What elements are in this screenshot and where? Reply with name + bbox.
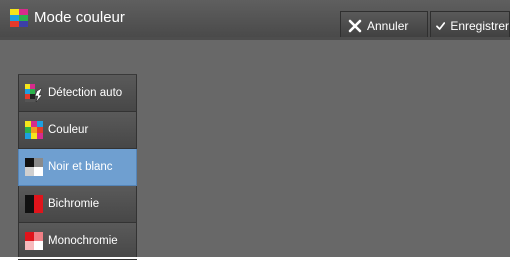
- color-mode-screen: Mode couleur Annuler Enregistrer Détecti…: [0, 0, 510, 260]
- single-color-icon: [25, 232, 43, 250]
- cancel-button-label: Annuler: [367, 18, 409, 33]
- option-label: Détection auto: [48, 87, 123, 99]
- header-divider: [0, 37, 510, 40]
- option-single-color[interactable]: Monochromie: [18, 223, 137, 260]
- option-label: Noir et blanc: [48, 161, 113, 173]
- option-label: Couleur: [48, 124, 89, 136]
- two-color-icon: [25, 195, 43, 213]
- close-icon: [348, 19, 362, 32]
- color-mode-options: Détection auto Couleur Noir et blanc Bic…: [18, 74, 137, 260]
- save-button[interactable]: Enregistrer: [430, 11, 510, 39]
- save-button-label: Enregistrer: [450, 18, 509, 33]
- option-label: Monochromie: [48, 235, 118, 247]
- full-color-icon: [25, 121, 43, 139]
- page-title: Mode couleur: [34, 9, 125, 26]
- option-auto-detect[interactable]: Détection auto: [18, 75, 137, 112]
- checkmark-icon: [436, 21, 446, 30]
- option-full-color[interactable]: Couleur: [18, 112, 137, 149]
- option-label: Bichromie: [48, 198, 100, 210]
- cancel-button[interactable]: Annuler: [340, 11, 428, 39]
- title-bar: Mode couleur Annuler Enregistrer: [0, 0, 510, 39]
- option-two-color[interactable]: Bichromie: [18, 186, 137, 223]
- option-black-white[interactable]: Noir et blanc: [18, 149, 137, 186]
- auto-detect-icon: [25, 84, 43, 102]
- color-mode-icon: [10, 9, 28, 27]
- black-white-icon: [25, 158, 43, 176]
